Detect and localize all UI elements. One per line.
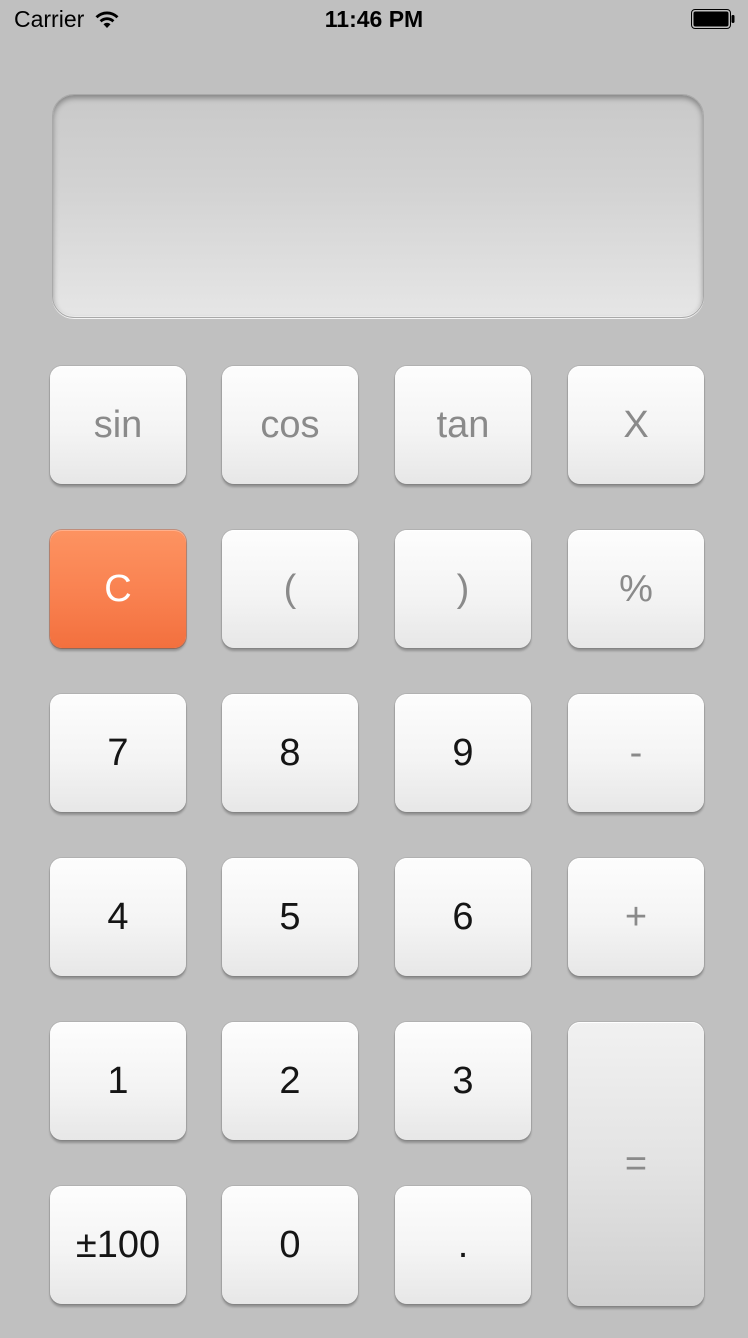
- plus-button[interactable]: +: [568, 858, 704, 976]
- digit-7-button[interactable]: 7: [50, 694, 186, 812]
- close-paren-button[interactable]: ): [395, 530, 531, 648]
- status-time: 11:46 PM: [324, 6, 424, 32]
- digit-4-button[interactable]: 4: [50, 858, 186, 976]
- digit-3-button[interactable]: 3: [395, 1022, 531, 1140]
- clear-button[interactable]: C: [50, 530, 186, 648]
- calculator-display: [52, 94, 704, 318]
- tan-button[interactable]: tan: [395, 366, 531, 484]
- cos-button[interactable]: cos: [222, 366, 358, 484]
- decimal-button[interactable]: .: [395, 1186, 531, 1304]
- battery-icon: [691, 9, 735, 29]
- status-bar: Carrier 11:46 PM: [0, 0, 748, 40]
- digit-5-button[interactable]: 5: [222, 858, 358, 976]
- digit-2-button[interactable]: 2: [222, 1022, 358, 1140]
- equals-button[interactable]: =: [568, 1022, 704, 1306]
- multiply-button[interactable]: X: [568, 366, 704, 484]
- digit-0-button[interactable]: 0: [222, 1186, 358, 1304]
- digit-8-button[interactable]: 8: [222, 694, 358, 812]
- digit-9-button[interactable]: 9: [395, 694, 531, 812]
- percent-button[interactable]: %: [568, 530, 704, 648]
- digit-6-button[interactable]: 6: [395, 858, 531, 976]
- minus-button[interactable]: -: [568, 694, 704, 812]
- digit-1-button[interactable]: 1: [50, 1022, 186, 1140]
- open-paren-button[interactable]: (: [222, 530, 358, 648]
- sin-button[interactable]: sin: [50, 366, 186, 484]
- plus-minus-100-button[interactable]: ±100: [50, 1186, 186, 1304]
